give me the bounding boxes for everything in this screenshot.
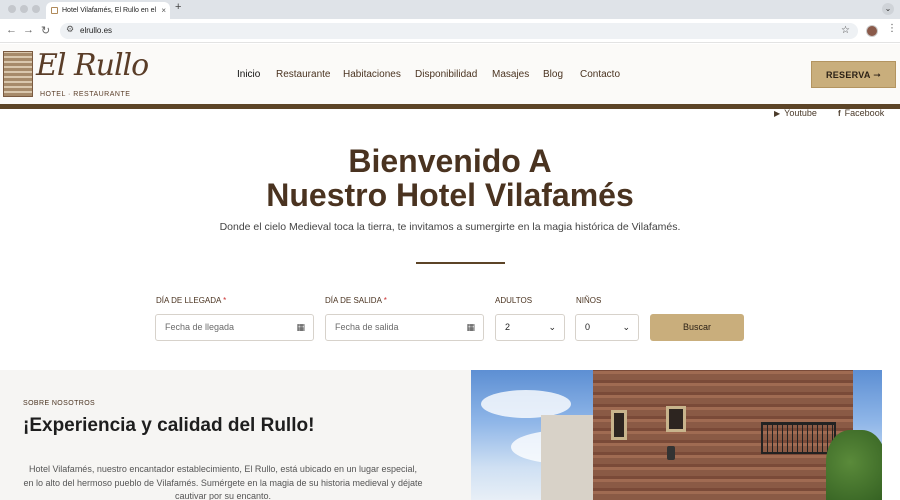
street-lamp bbox=[667, 446, 675, 460]
browser-toolbar: ← → ↻ ⚙ elrullo.es ☆ ⋮ bbox=[0, 19, 900, 43]
logo-wordmark[interactable]: El Rullo bbox=[36, 48, 149, 83]
children-select[interactable]: 0 ⌄ bbox=[575, 314, 639, 341]
nav-item-habitaciones[interactable]: Habitaciones bbox=[343, 69, 401, 80]
nav-item-disponibilidad[interactable]: Disponibilidad bbox=[415, 69, 477, 80]
adults-value: 2 bbox=[505, 322, 511, 332]
reserva-button[interactable]: RESERVA ➞ bbox=[811, 61, 896, 88]
departure-label: DÍA DE SALIDA * bbox=[325, 296, 387, 305]
arrival-placeholder: Fecha de llegada bbox=[165, 322, 235, 332]
calendar-icon[interactable]: ▦ bbox=[296, 315, 305, 340]
balcony bbox=[761, 422, 836, 454]
nav-item-masajes[interactable]: Masajes bbox=[492, 69, 529, 80]
window-maximize-dot[interactable] bbox=[32, 5, 40, 13]
profile-avatar[interactable] bbox=[866, 25, 878, 37]
about-body: Hotel Vilafamés, nuestro encantador esta… bbox=[23, 464, 423, 500]
address-bar[interactable]: ⚙ elrullo.es ☆ bbox=[60, 23, 858, 39]
children-value: 0 bbox=[585, 322, 591, 332]
nav-item-restaurante[interactable]: Restaurante bbox=[276, 69, 330, 80]
adults-select[interactable]: 2 ⌄ bbox=[495, 314, 565, 341]
nav-item-inicio[interactable]: Inicio bbox=[237, 69, 260, 80]
nav-item-contacto[interactable]: Contacto bbox=[580, 69, 620, 80]
youtube-label: Youtube bbox=[784, 108, 817, 118]
search-button[interactable]: Buscar bbox=[650, 314, 744, 341]
facebook-icon: f bbox=[838, 109, 841, 118]
arrow-right-icon: ➞ bbox=[873, 70, 882, 80]
adults-label: ADULTOS bbox=[495, 296, 533, 305]
hero-subtitle: Donde el cielo Medieval toca la tierra, … bbox=[219, 221, 681, 233]
new-tab-button[interactable]: + bbox=[175, 1, 181, 13]
site-header: El Rullo HOTEL · RESTAURANTE Inicio Rest… bbox=[0, 44, 900, 104]
browser-tab[interactable]: Hotel Vilafamés, El Rullo en el × bbox=[46, 2, 170, 19]
back-icon[interactable]: ← bbox=[6, 24, 17, 36]
hero-title: Bienvenido A Nuestro Hotel Vilafamés bbox=[0, 144, 900, 212]
reload-icon[interactable]: ↻ bbox=[41, 24, 50, 37]
facebook-link[interactable]: f Facebook bbox=[838, 108, 884, 118]
children-label: NIÑOS bbox=[576, 296, 602, 305]
required-mark: * bbox=[383, 296, 387, 305]
calendar-icon[interactable]: ▦ bbox=[466, 315, 475, 340]
side-building bbox=[541, 415, 596, 500]
departure-date-input[interactable]: Fecha de salida ▦ bbox=[325, 314, 484, 341]
facebook-label: Facebook bbox=[844, 108, 885, 118]
logo-subtitle: HOTEL · RESTAURANTE bbox=[40, 91, 131, 98]
tab-search-icon[interactable]: ⌄ bbox=[882, 3, 894, 15]
youtube-link[interactable]: ▶ Youtube bbox=[774, 108, 817, 118]
nav-item-blog[interactable]: Blog bbox=[543, 69, 563, 80]
required-mark: * bbox=[223, 296, 227, 305]
window bbox=[611, 410, 627, 440]
hero-title-line2: Nuestro Hotel Vilafamés bbox=[266, 177, 634, 213]
arrival-label: DÍA DE LLEGADA * bbox=[156, 296, 226, 305]
favicon-icon bbox=[51, 7, 58, 14]
departure-placeholder: Fecha de salida bbox=[335, 322, 399, 332]
reserva-label: RESERVA bbox=[825, 70, 871, 80]
about-title: ¡Experiencia y calidad del Rullo! bbox=[23, 415, 315, 436]
tree bbox=[826, 430, 882, 500]
hero-divider bbox=[416, 262, 505, 264]
about-eyebrow: SOBRE NOSOTROS bbox=[23, 400, 96, 407]
forward-icon[interactable]: → bbox=[23, 24, 34, 36]
window bbox=[666, 406, 686, 432]
cloud-shape bbox=[481, 390, 571, 418]
departure-label-text: DÍA DE SALIDA bbox=[325, 296, 382, 305]
youtube-icon: ▶ bbox=[774, 109, 781, 118]
chevron-down-icon: ⌄ bbox=[548, 322, 556, 332]
arrival-date-input[interactable]: Fecha de llegada ▦ bbox=[155, 314, 314, 341]
hero-title-line1: Bienvenido A bbox=[348, 143, 552, 179]
logo-stone-icon[interactable] bbox=[3, 51, 33, 97]
bookmark-star-icon[interactable]: ☆ bbox=[841, 23, 850, 39]
site-settings-icon[interactable]: ⚙ bbox=[66, 24, 74, 35]
window-minimize-dot[interactable] bbox=[20, 5, 28, 13]
browser-menu-icon[interactable]: ⋮ bbox=[887, 23, 897, 34]
tab-title: Hotel Vilafamés, El Rullo en el bbox=[62, 7, 157, 14]
hotel-photo bbox=[471, 370, 882, 500]
chevron-down-icon: ⌄ bbox=[622, 322, 630, 332]
arrival-label-text: DÍA DE LLEGADA bbox=[156, 296, 221, 305]
window-close-dot[interactable] bbox=[8, 5, 16, 13]
url-text[interactable]: elrullo.es bbox=[80, 23, 112, 39]
social-strip bbox=[0, 109, 900, 121]
tab-close-icon[interactable]: × bbox=[161, 2, 166, 19]
browser-tab-bar: Hotel Vilafamés, El Rullo en el × + ⌄ bbox=[0, 0, 900, 19]
